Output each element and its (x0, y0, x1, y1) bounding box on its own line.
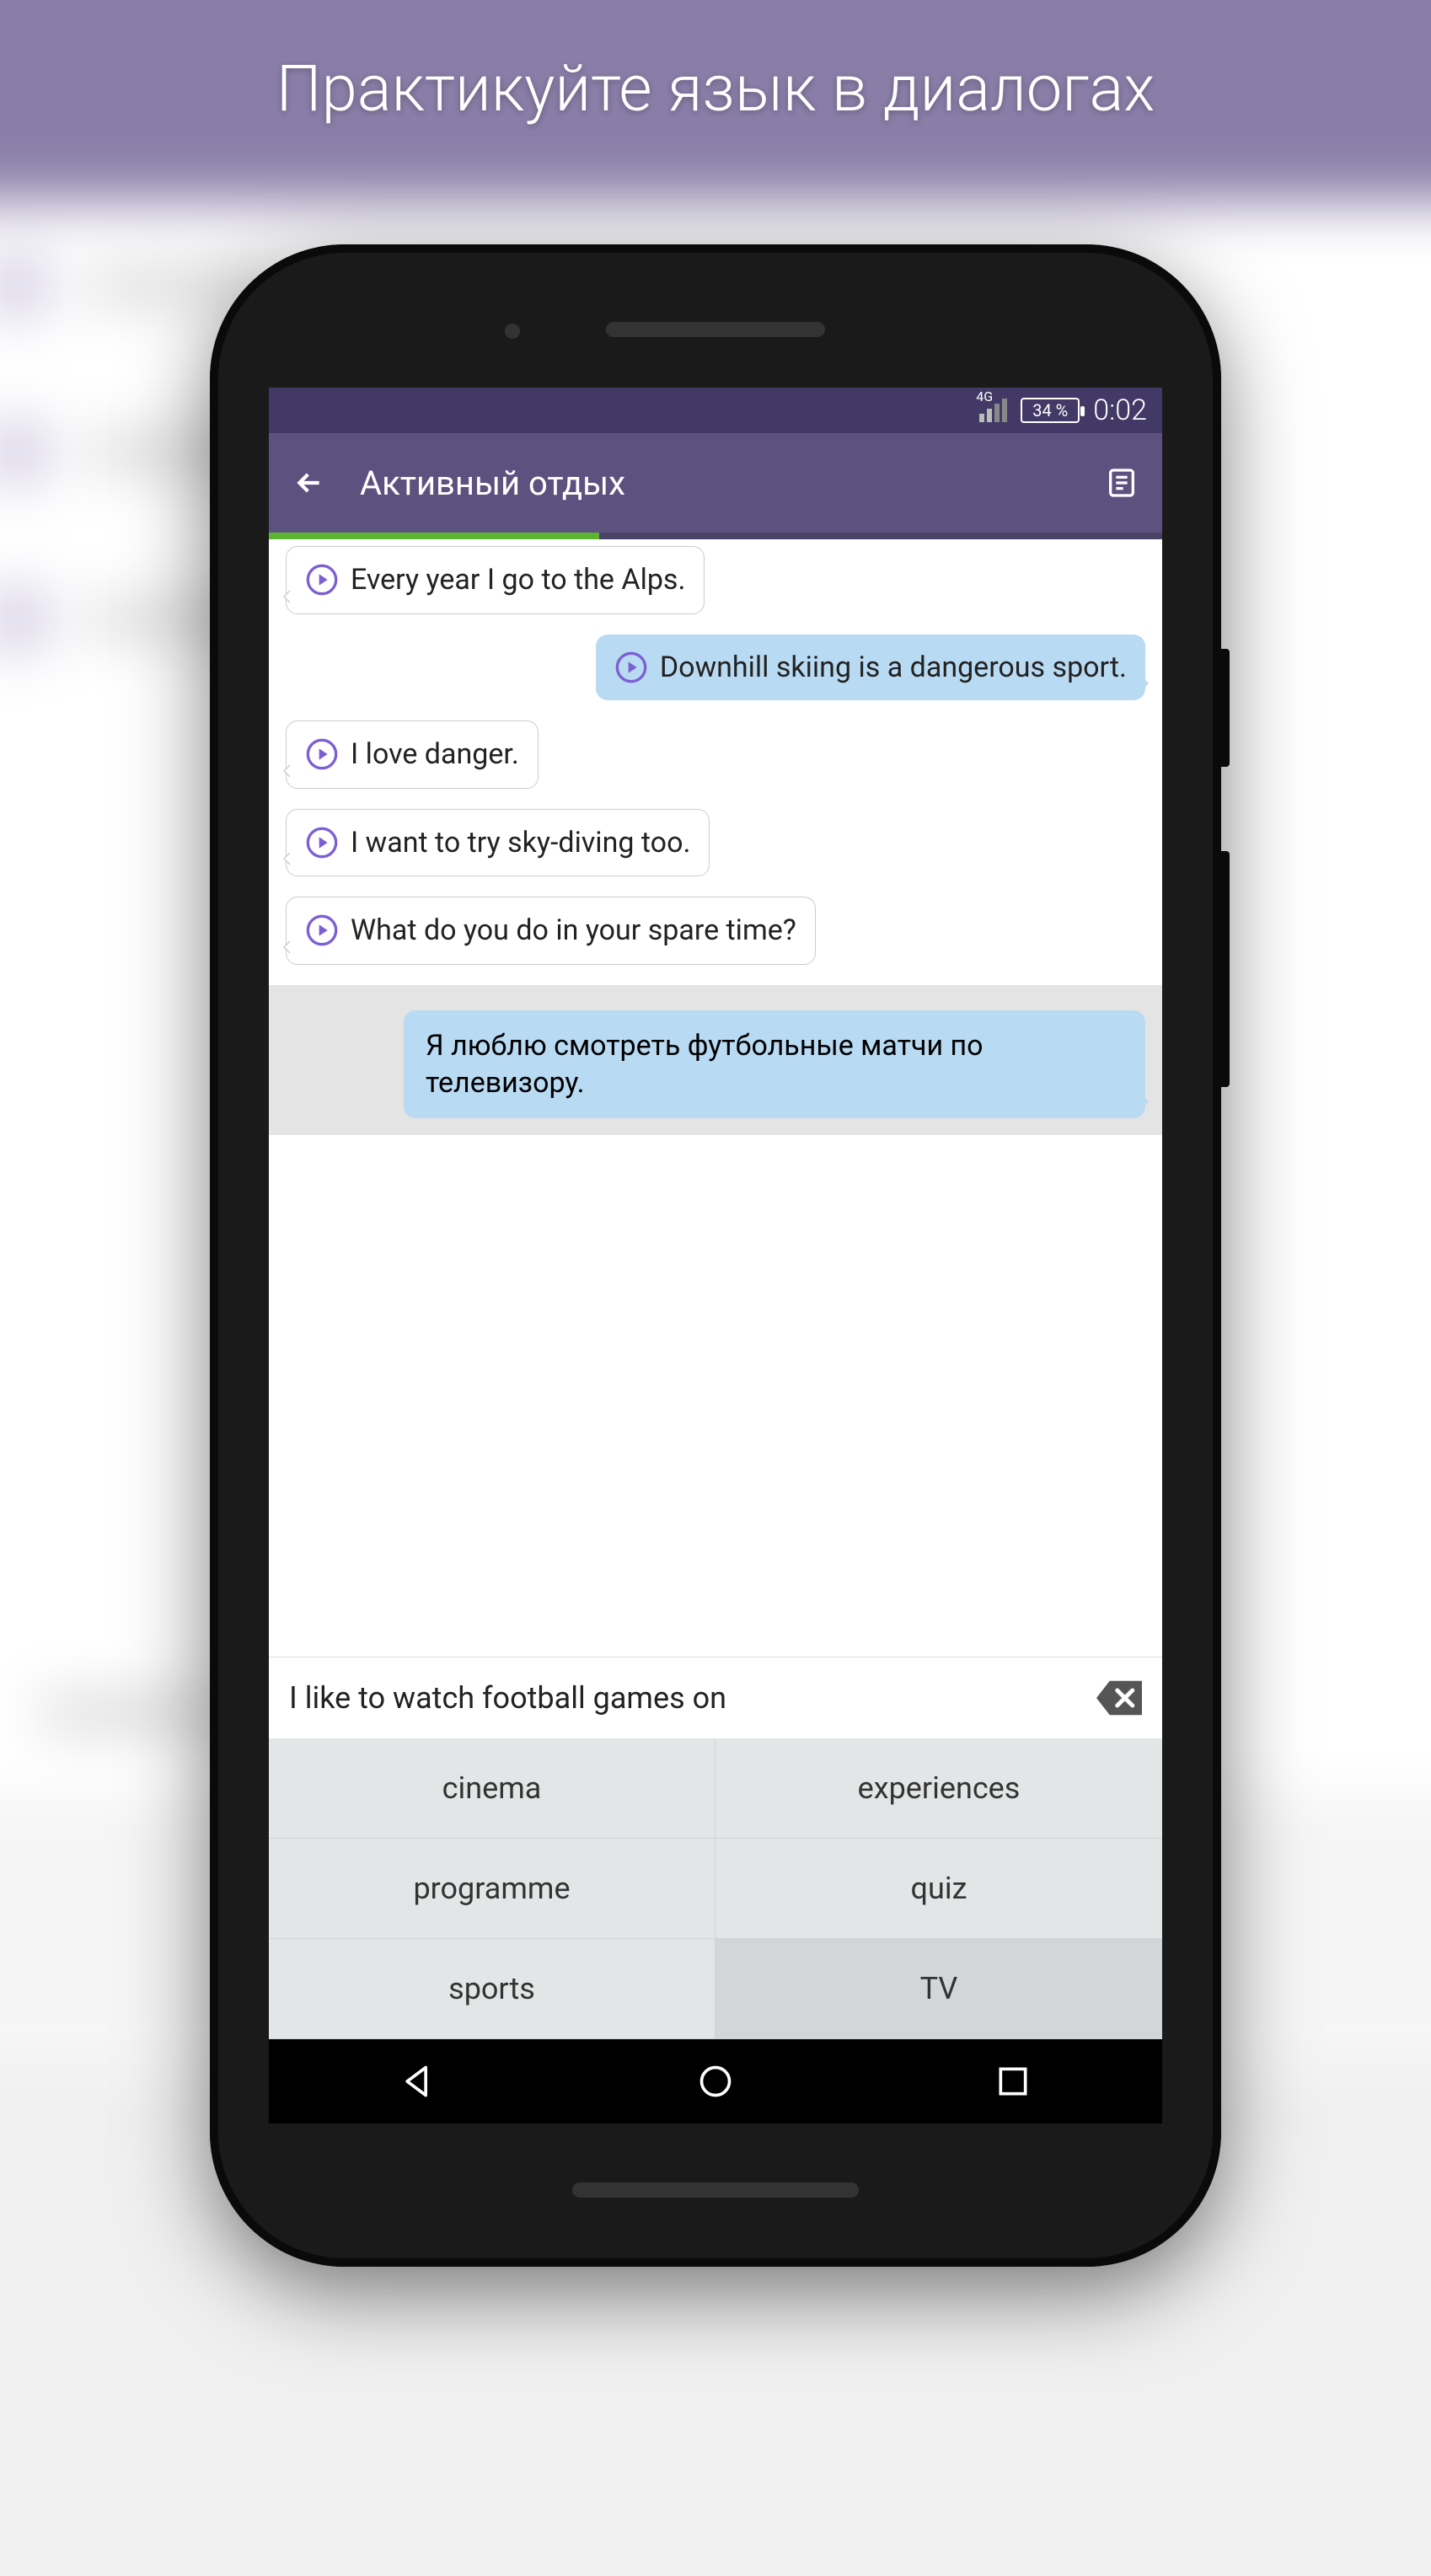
signal-icon: 4G (979, 399, 1007, 422)
phone-mockup: 4G 34 % 0:02 Активный отдых (210, 244, 1221, 2267)
chat-area: Every year I go to the Alps. Downhill sk… (269, 539, 1162, 1657)
chat-bubble-right[interactable]: Downhill skiing is a dangerous sport. (596, 635, 1145, 701)
android-nav-bar (269, 2039, 1162, 2123)
back-icon[interactable] (292, 466, 326, 500)
chat-bubble-left[interactable]: Every year I go to the Alps. (286, 546, 705, 614)
chat-text: What do you do in your spare time? (351, 913, 796, 949)
battery-icon: 34 % (1021, 398, 1080, 423)
nav-home-icon[interactable] (697, 2063, 734, 2100)
word-option[interactable]: TV (716, 1939, 1162, 2039)
word-option[interactable]: quiz (716, 1839, 1162, 1939)
play-icon[interactable] (305, 826, 339, 860)
word-bank: cinema experiences programme quiz sports… (269, 1738, 1162, 2039)
chat-bubble-left[interactable]: What do you do in your spare time? (286, 897, 816, 965)
word-option[interactable]: cinema (269, 1738, 716, 1839)
nav-recents-icon[interactable] (994, 2063, 1032, 2100)
play-icon[interactable] (614, 651, 648, 684)
word-option[interactable]: sports (269, 1939, 716, 2039)
status-bar: 4G 34 % 0:02 (269, 388, 1162, 433)
app-bar: Активный отдых (269, 433, 1162, 533)
backspace-icon[interactable] (1096, 1679, 1142, 1716)
chat-text: I love danger. (351, 736, 519, 773)
word-option[interactable]: experiences (716, 1738, 1162, 1839)
nav-back-icon[interactable] (399, 2063, 437, 2100)
status-clock: 0:02 (1093, 394, 1147, 427)
chat-text: I want to try sky-diving too. (351, 825, 690, 861)
notes-icon[interactable] (1105, 466, 1139, 500)
phone-screen: 4G 34 % 0:02 Активный отдых (269, 388, 1162, 2123)
chat-bubble-left[interactable]: I want to try sky-diving too. (286, 809, 710, 877)
progress-bar (269, 533, 1162, 539)
play-icon[interactable] (305, 563, 339, 597)
chat-text: Downhill skiing is a dangerous sport. (660, 650, 1127, 686)
chat-text: Every year I go to the Alps. (351, 562, 685, 598)
chat-bubble-left[interactable]: I love danger. (286, 720, 539, 789)
play-icon[interactable] (305, 737, 339, 771)
answer-input[interactable]: I like to watch football games on (289, 1680, 1080, 1716)
page-title: Практикуйте язык в диалогах (0, 51, 1431, 126)
play-icon[interactable] (305, 913, 339, 947)
translation-prompt-row: Я люблю смотреть футбольные матчи по тел… (269, 985, 1162, 1135)
app-bar-title: Активный отдых (360, 463, 1071, 503)
word-option[interactable]: programme (269, 1839, 716, 1939)
answer-input-row: I like to watch football games on (269, 1657, 1162, 1738)
translation-prompt: Я люблю смотреть футбольные матчи по тел… (404, 1010, 1145, 1118)
